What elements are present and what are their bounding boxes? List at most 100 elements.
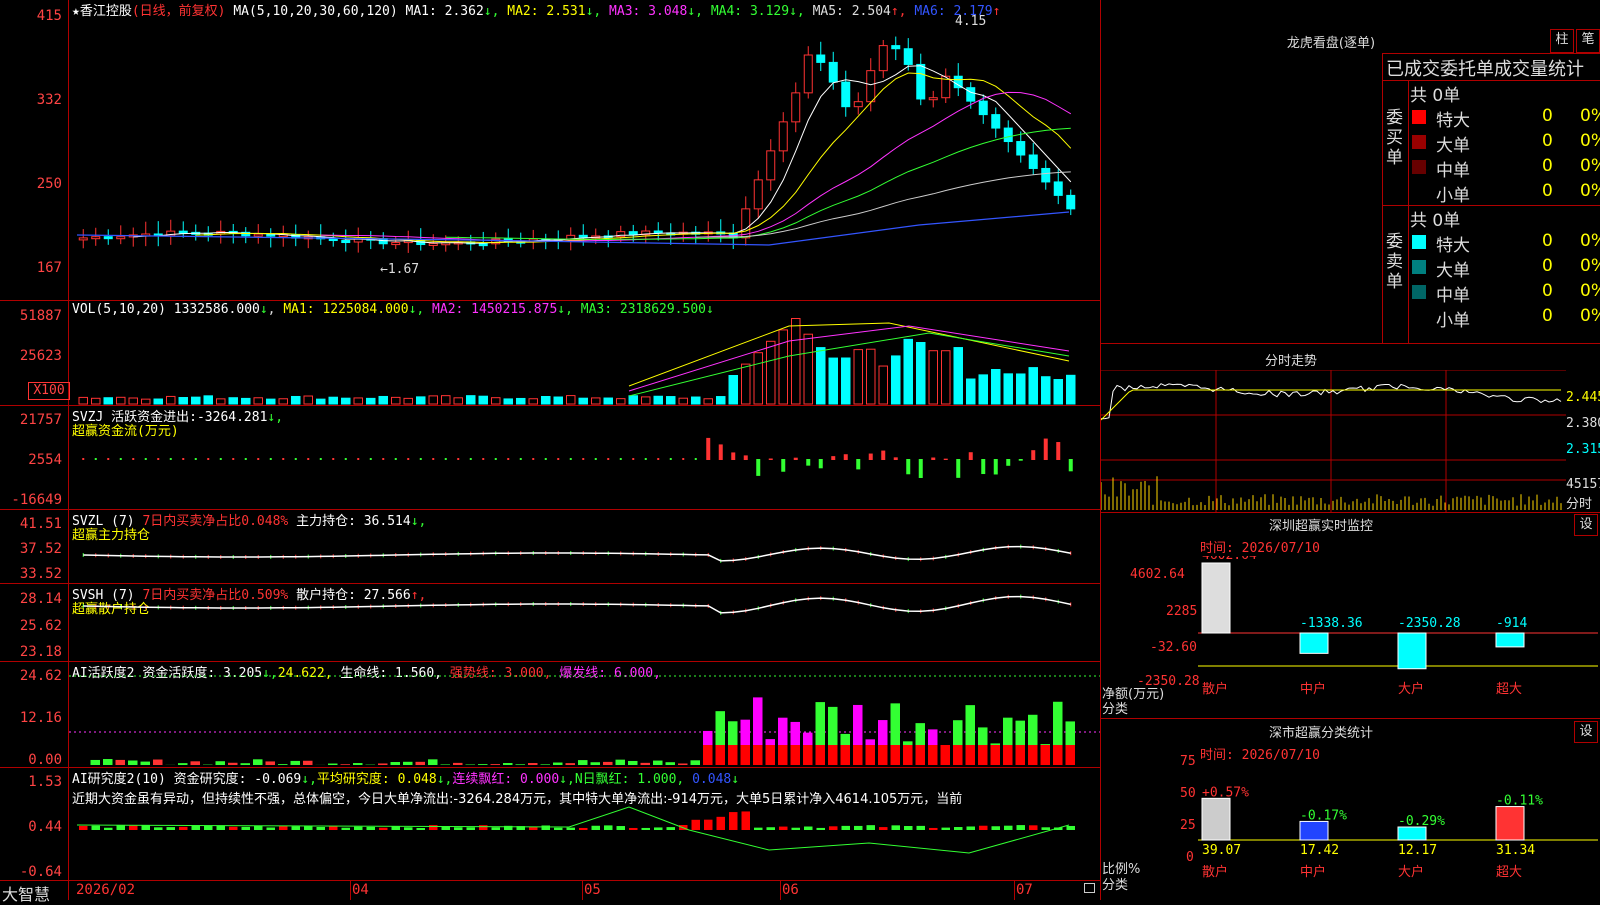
flow-dot xyxy=(270,458,272,460)
candle xyxy=(854,102,862,107)
x-label: 2026/02 xyxy=(76,882,135,898)
flow-dot xyxy=(595,458,597,460)
flow-bar xyxy=(1056,442,1060,460)
buy-total: 共 0单 xyxy=(1410,81,1460,105)
active-base-bar xyxy=(741,745,751,765)
volume-bar xyxy=(504,399,513,404)
bar-mode-button[interactable]: 柱 xyxy=(1550,29,1574,53)
research-bar xyxy=(829,826,838,830)
volume-bar xyxy=(792,319,801,405)
order-size-label: 特大 xyxy=(1436,231,1470,256)
legend-swatch xyxy=(1412,135,1426,149)
volume-bar xyxy=(954,348,963,404)
volume-bar xyxy=(692,397,701,404)
volume-bar xyxy=(767,341,776,404)
volume-bar xyxy=(679,398,688,404)
flow-dot xyxy=(582,458,584,460)
flow-dot xyxy=(657,458,659,460)
classify-settings-button[interactable]: 设 xyxy=(1574,721,1598,743)
order-row: 小单00% xyxy=(1410,181,1600,205)
dragon-subtitle: 已成交委托单成交量统计 xyxy=(1386,55,1584,81)
candle xyxy=(842,82,850,107)
price-tick: 167 xyxy=(2,260,62,276)
volume-bar xyxy=(842,358,851,404)
research-bar xyxy=(604,825,613,830)
order-size-label: 小单 xyxy=(1436,306,1470,331)
ratio-delta: -0.17% xyxy=(1300,808,1347,823)
sell-total: 共 0单 xyxy=(1410,206,1460,230)
flow-bar xyxy=(794,458,798,460)
research-bar xyxy=(917,826,926,830)
candle xyxy=(1067,195,1075,208)
ratio-value: 17.42 xyxy=(1300,843,1339,858)
order-size-label: 小单 xyxy=(1436,181,1470,206)
active-base-bar xyxy=(1016,745,1026,765)
research-bars xyxy=(69,805,1100,880)
net-bar xyxy=(1398,633,1426,669)
volume-bar xyxy=(729,376,738,405)
candle xyxy=(992,115,1000,128)
vol-unit-button[interactable]: X100 xyxy=(28,382,70,400)
candle xyxy=(929,98,937,100)
volume-bar xyxy=(292,396,301,404)
active-bar xyxy=(603,762,613,765)
research-bar xyxy=(129,826,138,830)
flow-bar xyxy=(844,454,848,460)
volume-bar xyxy=(154,399,163,404)
research-bar xyxy=(229,827,238,830)
ratio-value: 12.17 xyxy=(1398,843,1437,858)
flow-bar xyxy=(1069,459,1073,471)
research-bar xyxy=(992,826,1001,830)
price-tick: 332 xyxy=(2,92,62,108)
flow-bar xyxy=(781,459,785,472)
ma-line xyxy=(196,73,1071,243)
active-base-bar xyxy=(941,745,951,765)
active-base-bar xyxy=(816,745,826,765)
candle xyxy=(104,237,112,239)
volume-bar xyxy=(917,343,926,404)
candle xyxy=(92,237,100,239)
research-bar xyxy=(92,826,101,830)
active-bar xyxy=(453,763,463,765)
research-bar xyxy=(1029,825,1038,830)
candle xyxy=(754,180,762,209)
active-bar xyxy=(216,761,226,765)
volume-bar xyxy=(942,351,951,404)
research-bar xyxy=(554,828,563,830)
tick-mode-button[interactable]: 笔 xyxy=(1576,29,1600,53)
order-row: 小单00% xyxy=(1410,306,1600,330)
flow-bar xyxy=(856,459,860,469)
flow-dot xyxy=(620,458,622,460)
flow-dot xyxy=(307,458,309,460)
category-label: 大户 xyxy=(1398,864,1424,880)
x-label: 06 xyxy=(782,882,799,898)
sell-side-label: 委卖单 xyxy=(1386,232,1406,292)
candle xyxy=(829,62,837,82)
volume-bar xyxy=(604,398,613,404)
flow-bar xyxy=(769,458,773,460)
lock-icon[interactable] xyxy=(1084,883,1095,893)
candle xyxy=(1004,128,1012,141)
monitor-settings-button[interactable]: 设 xyxy=(1574,514,1598,536)
x-axis: 大智慧 2026/02 04 05 06 07 xyxy=(0,881,1100,900)
monitor-title: 深圳超赢实时监控 xyxy=(1101,515,1541,534)
order-row: 大单00% xyxy=(1410,256,1600,280)
research-bar xyxy=(629,828,638,830)
active-base-bar xyxy=(978,745,988,765)
main-hold-line xyxy=(83,547,1071,561)
research-bar xyxy=(492,827,501,830)
flow-dot xyxy=(170,458,172,460)
ma-line xyxy=(696,172,1071,237)
research-bar xyxy=(392,826,401,830)
svzj-bars xyxy=(69,406,1100,509)
active-bar xyxy=(491,764,501,765)
order-size-label: 中单 xyxy=(1436,281,1470,306)
candlestick-chart[interactable] xyxy=(69,0,1100,300)
candle xyxy=(654,231,662,233)
volume-bar xyxy=(392,397,401,404)
intraday-chart[interactable] xyxy=(1101,370,1600,512)
research-bar xyxy=(729,812,738,830)
candle xyxy=(79,238,87,240)
volume-bar xyxy=(1029,368,1038,404)
flow-bar xyxy=(1006,459,1010,466)
